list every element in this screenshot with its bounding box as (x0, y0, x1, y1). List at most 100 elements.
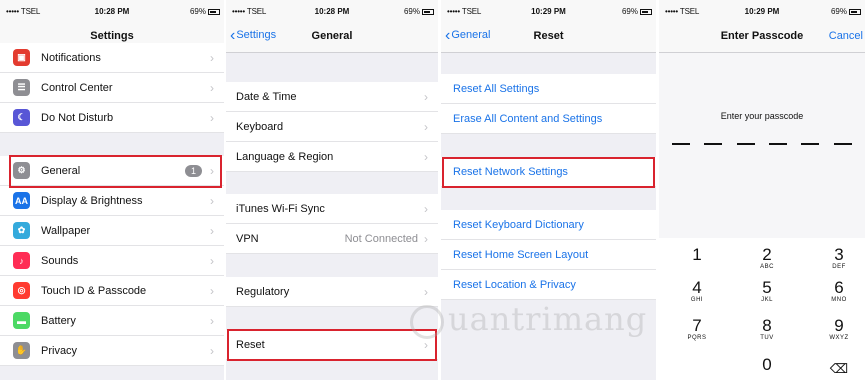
keypad-key-6[interactable]: 6 MNO (819, 279, 859, 304)
general-item-reset[interactable]: Reset › (226, 330, 438, 360)
key-digit: 1 (692, 245, 702, 264)
settings-item-touch-id[interactable]: ◎ Touch ID & Passcode › (0, 276, 224, 306)
reset-item-label: Reset Location & Privacy (453, 278, 576, 291)
chevron-right-icon: › (424, 149, 428, 164)
keypad-key-0[interactable]: 0 (747, 356, 787, 374)
backspace-icon: ⌫ (829, 361, 849, 376)
settings-item-notifications[interactable]: ▣ Notifications › (0, 43, 224, 73)
general-item-regulatory[interactable]: Regulatory › (226, 277, 438, 307)
erase-all-content-settings[interactable]: Erase All Content and Settings (441, 104, 656, 134)
key-digit: 0 (762, 355, 772, 374)
general-item-label: Regulatory (236, 285, 290, 298)
general-item-label: Reset (236, 338, 265, 351)
status-bar: ••••• TSEL 10:29 PM 69% (441, 0, 656, 20)
settings-item-privacy[interactable]: ✋ Privacy › (0, 336, 224, 366)
reset-home-screen-layout[interactable]: Reset Home Screen Layout (441, 240, 656, 270)
battery-indicator: 69% (831, 7, 861, 16)
chevron-right-icon: › (424, 89, 428, 104)
settings-item-label: Sounds (41, 254, 79, 267)
cancel-button[interactable]: Cancel (829, 30, 863, 42)
chevron-right-icon: › (424, 201, 428, 216)
battery-percent: 69% (621, 7, 638, 16)
reset-keyboard-dictionary[interactable]: Reset Keyboard Dictionary (441, 210, 656, 240)
reset-item-label: Reset Network Settings (453, 165, 568, 178)
general-item-label: iTunes Wi-Fi Sync (236, 202, 325, 215)
keypad-key-2[interactable]: 2 ABC (747, 245, 787, 271)
keypad-key-5[interactable]: 5 JKL (747, 278, 787, 304)
passcode-digit-slot (704, 143, 723, 145)
key-digit: 4 (692, 278, 702, 297)
page-title: Reset (533, 30, 564, 42)
battery-status-icon (422, 8, 434, 15)
settings-item-general[interactable]: ⚙ General 1 › (0, 156, 224, 186)
general-item-itunes-wifi-sync[interactable]: iTunes Wi-Fi Sync › (226, 194, 438, 224)
key-digit: 8 (762, 316, 772, 335)
chevron-right-icon: › (210, 80, 214, 95)
general-item-label: VPN (236, 232, 259, 245)
battery-status-icon (208, 8, 220, 15)
battery-indicator: 69% (622, 7, 652, 16)
settings-item-battery[interactable]: ▬ Battery › (0, 306, 224, 336)
reset-item-label: Reset Keyboard Dictionary (453, 218, 584, 231)
reset-item-label: Reset Home Screen Layout (453, 248, 589, 261)
delete-key[interactable]: ⌫ (821, 360, 857, 378)
general-item-label: Keyboard (236, 120, 284, 133)
reset-item-label: Reset All Settings (453, 82, 540, 95)
keypad-key-1[interactable]: 1 (677, 246, 717, 264)
settings-item-label: Display & Brightness (41, 194, 143, 207)
reset-item-label: Erase All Content and Settings (453, 112, 603, 125)
key-digit: 2 (762, 245, 772, 264)
chevron-right-icon: › (210, 110, 214, 125)
reset-all-settings[interactable]: Reset All Settings (441, 74, 656, 104)
status-bar: ••••• TSEL 10:29 PM 69% (659, 0, 865, 20)
keypad-key-3[interactable]: 3 DEF (819, 245, 859, 271)
page-title: General (311, 30, 353, 42)
settings-item-control-center[interactable]: ☰ Control Center › (0, 73, 224, 103)
passcode-entry-field[interactable] (659, 143, 865, 145)
keypad-key-7[interactable]: 7 PQRS (677, 316, 717, 342)
general-item-label: Language & Region (236, 150, 334, 163)
display-icon: AA (13, 192, 30, 209)
chevron-right-icon: › (424, 231, 428, 246)
keypad-key-8[interactable]: 8 TUV (747, 316, 787, 342)
settings-item-wallpaper[interactable]: ✿ Wallpaper › (0, 216, 224, 246)
hand-icon: ✋ (13, 342, 30, 359)
settings-item-sounds[interactable]: ♪ Sounds › (0, 246, 224, 276)
battery-percent: 69% (189, 7, 206, 16)
keypad-key-9[interactable]: 9 WXYZ (819, 317, 859, 342)
general-item-vpn[interactable]: VPN Not Connected › (226, 224, 438, 254)
battery-status-icon (849, 8, 861, 15)
battery-indicator: 69% (190, 7, 220, 16)
key-digit: 7 (692, 316, 702, 335)
general-item-keyboard[interactable]: Keyboard › (226, 112, 438, 142)
reset-location-privacy[interactable]: Reset Location & Privacy (441, 270, 656, 300)
general-item-language-region[interactable]: Language & Region › (226, 142, 438, 172)
reset-network-settings[interactable]: Reset Network Settings (441, 157, 656, 187)
vpn-status-value: Not Connected (344, 232, 418, 245)
keypad-key-4[interactable]: 4 GHI (677, 278, 717, 304)
page-title: Settings (90, 30, 134, 42)
settings-item-label: Control Center (41, 81, 113, 94)
chevron-right-icon: › (210, 283, 214, 298)
key-letters: JKL (761, 297, 773, 303)
moon-icon: ☾ (13, 109, 30, 126)
settings-item-label: Privacy (41, 344, 78, 357)
key-letters: MNO (831, 297, 847, 303)
settings-item-label: Touch ID & Passcode (41, 284, 147, 297)
settings-item-label: Battery (41, 314, 76, 327)
key-digit: 5 (762, 278, 772, 297)
passcode-digit-slot (672, 143, 691, 145)
key-digit: 3 (834, 245, 844, 264)
reset-screen: ••••• TSEL 10:29 PM 69% ‹ General Reset R… (441, 0, 656, 380)
passcode-digit-slot (833, 143, 852, 145)
key-letters: PQRS (687, 335, 707, 341)
chevron-right-icon: › (210, 343, 214, 358)
chevron-right-icon: › (424, 284, 428, 299)
settings-item-label: Notifications (41, 51, 101, 64)
navigation-bar: Enter Passcode Cancel (659, 20, 865, 53)
settings-item-do-not-disturb[interactable]: ☾ Do Not Disturb › (0, 103, 224, 133)
general-item-date-time[interactable]: Date & Time › (226, 82, 438, 112)
settings-item-display-brightness[interactable]: AA Display & Brightness › (0, 186, 224, 216)
battery-icon: ▬ (13, 312, 30, 329)
sounds-icon: ♪ (13, 252, 30, 269)
